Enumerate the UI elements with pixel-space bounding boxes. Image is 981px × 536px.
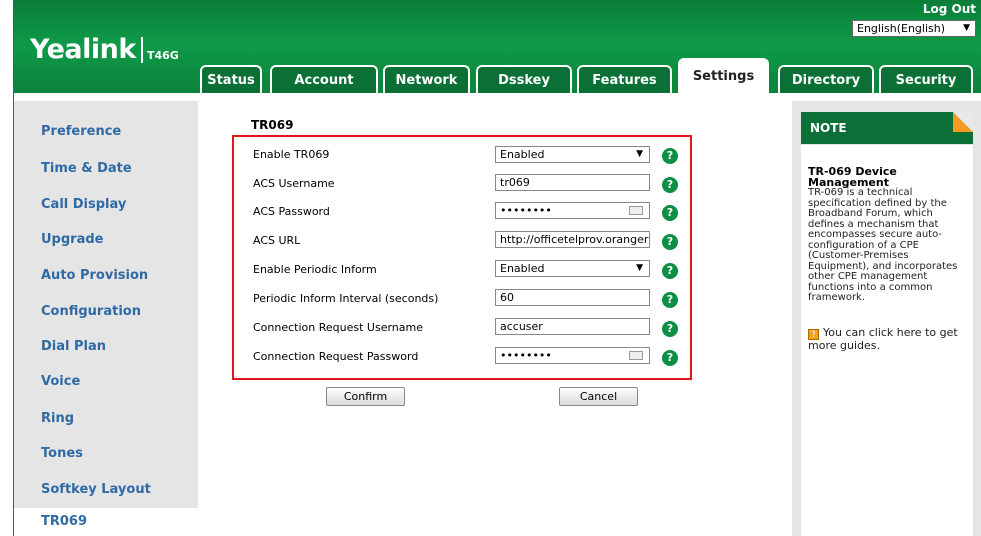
acs-password-value: •••••••• — [500, 204, 552, 217]
confirm-button[interactable]: Confirm — [326, 387, 405, 406]
sidebar-item-configuration[interactable]: Configuration — [41, 304, 141, 319]
field-label-connection-request-username: Connection Request Username — [253, 321, 423, 334]
field-label-periodic-inform-interval: Periodic Inform Interval (seconds) — [253, 292, 439, 305]
chevron-down-icon: ▼ — [636, 263, 643, 273]
chevron-down-icon: ▼ — [636, 149, 643, 159]
enable-periodic-inform-value: Enabled — [500, 262, 545, 275]
tab-features[interactable]: Features — [577, 65, 672, 95]
tab-directory[interactable]: Directory — [778, 65, 874, 95]
sidebar-item-dial-plan[interactable]: Dial Plan — [41, 339, 106, 354]
note-title: TR-069 Device Management — [808, 165, 897, 189]
periodic-inform-interval-input[interactable]: 60 — [495, 289, 650, 306]
sidebar-item-softkey-layout[interactable]: Softkey Layout — [41, 482, 151, 497]
cancel-button[interactable]: Cancel — [559, 387, 638, 406]
help-icon[interactable]: ? — [662, 234, 678, 250]
tab-network[interactable]: Network — [383, 65, 470, 95]
help-icon[interactable]: ? — [662, 205, 678, 221]
note-heading: NOTE — [810, 121, 847, 135]
sidebar-item-voice[interactable]: Voice — [41, 374, 80, 389]
sidebar-nav: Preference Time & Date Call Display Upgr… — [14, 101, 198, 536]
language-value: English(English) — [857, 22, 946, 35]
connection-request-password-input[interactable]: •••••••• — [495, 347, 650, 364]
header-bar: Yealink T46G Log Out English(English) ▼ … — [14, 0, 981, 101]
guide-link-text[interactable]: You can click here to get more guides. — [808, 326, 958, 352]
highlight-box — [232, 135, 692, 380]
note-panel: NOTE TR-069 Device Management TR-069 is … — [792, 101, 981, 536]
acs-url-input[interactable]: http://officetelprov.oranger — [495, 231, 650, 248]
model-label: T46G — [147, 49, 179, 62]
keyboard-icon[interactable] — [629, 351, 643, 360]
sidebar-item-auto-provision[interactable]: Auto Provision — [41, 268, 148, 283]
enable-periodic-inform-select[interactable]: Enabled ▼ — [495, 260, 650, 277]
help-icon[interactable]: ? — [662, 263, 678, 279]
language-select[interactable]: English(English) ▼ — [852, 20, 976, 37]
field-label-acs-url: ACS URL — [253, 234, 301, 247]
sidebar-item-tones[interactable]: Tones — [41, 446, 83, 461]
sidebar-item-call-display[interactable]: Call Display — [41, 197, 126, 212]
main-content: TR069 Enable TR069 Enabled ▼ ? ACS Usern… — [198, 101, 792, 536]
field-label-enable-periodic-inform: Enable Periodic Inform — [253, 263, 377, 276]
acs-password-input[interactable]: •••••••• — [495, 202, 650, 219]
tab-status[interactable]: Status — [200, 65, 262, 95]
connection-request-password-value: •••••••• — [500, 349, 552, 362]
sidebar-item-tr069[interactable]: TR069 — [14, 508, 198, 536]
field-label-connection-request-password: Connection Request Password — [253, 350, 419, 363]
help-icon[interactable]: ? — [662, 177, 678, 193]
field-label-acs-password: ACS Password — [253, 205, 330, 218]
sidebar-item-upgrade[interactable]: Upgrade — [41, 232, 103, 247]
help-icon[interactable]: ? — [662, 321, 678, 337]
note-text: TR-069 is a technical specification defi… — [808, 187, 958, 303]
logout-link[interactable]: Log Out — [923, 2, 976, 16]
brand-logo: Yealink — [30, 34, 136, 65]
header-underline — [14, 93, 981, 101]
enable-tr069-value: Enabled — [500, 148, 545, 161]
keyboard-icon[interactable] — [629, 206, 643, 215]
help-icon[interactable]: ? — [662, 292, 678, 308]
connection-request-username-input[interactable]: accuser — [495, 318, 650, 335]
field-label-acs-username: ACS Username — [253, 177, 335, 190]
note-corner-flag — [953, 112, 973, 132]
tab-security[interactable]: Security — [879, 65, 973, 95]
sidebar-item-time-date[interactable]: Time & Date — [41, 161, 132, 176]
sidebar-item-ring[interactable]: Ring — [41, 411, 74, 426]
note-header: NOTE — [801, 112, 973, 144]
section-title: TR069 — [251, 118, 294, 132]
page-frame: Yealink T46G Log Out English(English) ▼ … — [13, 0, 981, 536]
guide-link-row[interactable]: ? You can click here to get more guides. — [808, 326, 966, 352]
tab-account[interactable]: Account — [270, 65, 378, 95]
enable-tr069-select[interactable]: Enabled ▼ — [495, 146, 650, 163]
logo-divider — [141, 37, 143, 63]
chevron-down-icon: ▼ — [963, 23, 970, 33]
help-icon[interactable]: ? — [662, 148, 678, 164]
field-label-enable-tr069: Enable TR069 — [253, 148, 330, 161]
help-icon[interactable]: ? — [662, 350, 678, 366]
sidebar-item-preference[interactable]: Preference — [41, 124, 121, 139]
note-body: TR-069 Device Management TR-069 is a tec… — [801, 145, 973, 536]
tab-dsskey[interactable]: Dsskey — [476, 65, 572, 95]
acs-username-input[interactable]: tr069 — [495, 174, 650, 191]
